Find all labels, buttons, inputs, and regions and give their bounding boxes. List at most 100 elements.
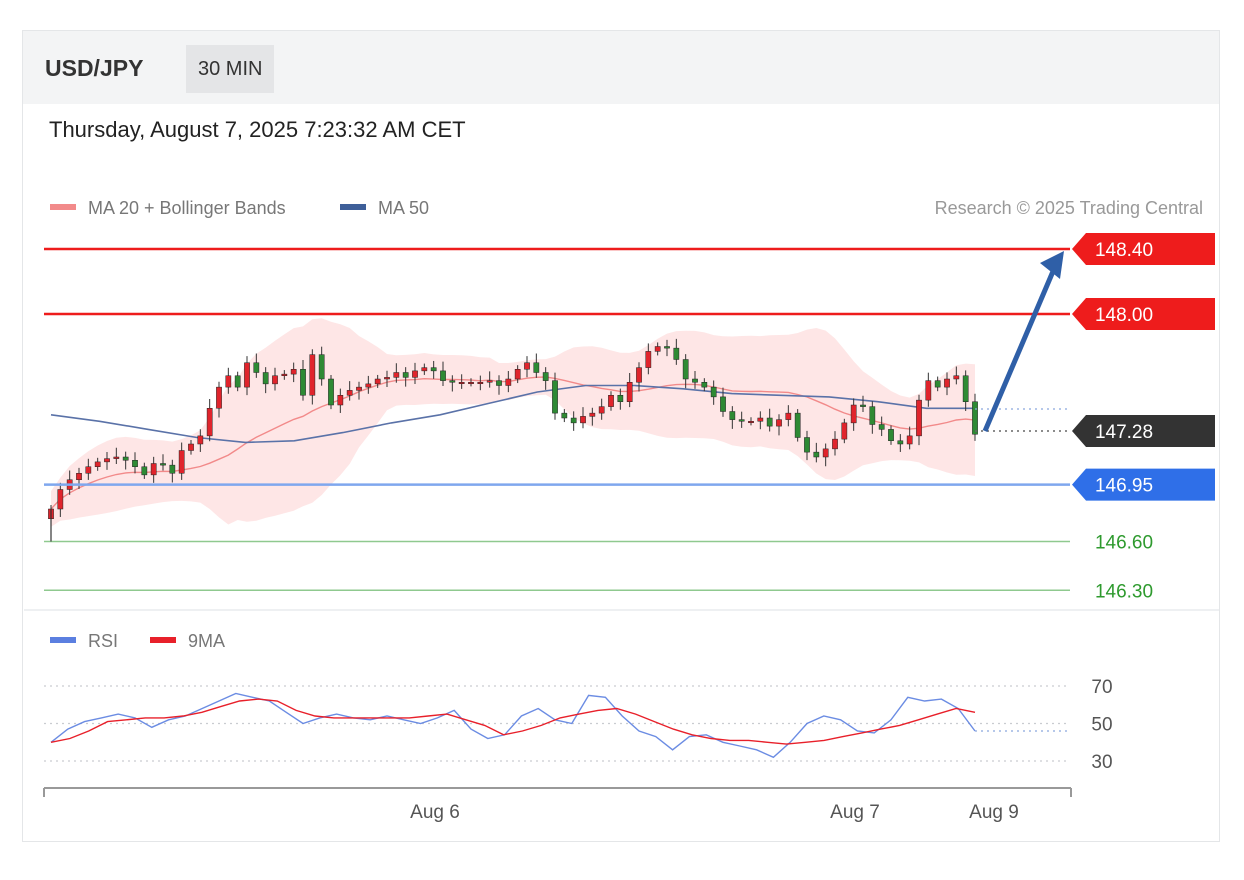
candle-body bbox=[496, 380, 502, 386]
price-chart: MA 20 + Bollinger Bands MA 50 Research ©… bbox=[24, 198, 1219, 823]
candle-body bbox=[300, 369, 306, 396]
bollinger-band bbox=[51, 318, 975, 527]
candle-body bbox=[701, 382, 708, 388]
candle-body bbox=[216, 386, 222, 409]
x-tick-label: Aug 6 bbox=[410, 802, 460, 823]
candle-body bbox=[832, 438, 838, 450]
candle-body bbox=[356, 386, 362, 391]
rsi-line bbox=[50, 692, 976, 759]
candle-body bbox=[94, 461, 101, 467]
candle-body bbox=[169, 464, 176, 474]
main-plot-layer bbox=[48, 318, 978, 527]
candle-body bbox=[822, 448, 829, 458]
candle-body bbox=[337, 395, 344, 406]
rsi-legend-label: RSI bbox=[88, 631, 118, 651]
candle-body bbox=[869, 406, 876, 425]
candle-body bbox=[626, 382, 633, 402]
candle-body bbox=[197, 435, 204, 445]
minor-support-label: 146.30 bbox=[1095, 581, 1153, 602]
candle-body bbox=[514, 369, 521, 380]
support-label: 146.95 bbox=[1095, 476, 1153, 497]
ma50-legend-label: MA 50 bbox=[378, 198, 429, 218]
candle-body bbox=[309, 354, 316, 396]
candle-body bbox=[477, 382, 484, 384]
candle-body bbox=[925, 380, 932, 401]
candle-body bbox=[468, 382, 474, 384]
candle-body bbox=[692, 378, 698, 383]
candle-body bbox=[636, 367, 642, 383]
candle-body bbox=[76, 473, 82, 480]
candle-body bbox=[888, 429, 894, 441]
candle-body bbox=[608, 395, 614, 407]
candle-body bbox=[160, 463, 166, 466]
candle-body bbox=[402, 372, 409, 378]
candle-body bbox=[953, 375, 960, 380]
candle-body bbox=[617, 395, 624, 402]
candle-body bbox=[580, 416, 586, 424]
candle-body bbox=[234, 375, 241, 388]
candle-body bbox=[897, 440, 904, 445]
candle-body bbox=[776, 419, 782, 427]
candle-body bbox=[393, 372, 400, 378]
rsi-tick-label: 30 bbox=[1091, 752, 1112, 773]
candle-body bbox=[272, 375, 278, 385]
candle-body bbox=[673, 347, 680, 360]
candle-body bbox=[458, 382, 465, 384]
candle-body bbox=[430, 367, 437, 372]
rsi-ma9-line bbox=[50, 698, 976, 745]
resistance-label: 148.00 bbox=[1095, 305, 1153, 326]
candle-body bbox=[113, 456, 120, 459]
candle-body bbox=[860, 404, 866, 407]
rsi-legend-swatch bbox=[50, 637, 76, 643]
ma20-legend-swatch bbox=[50, 204, 76, 210]
candle-body bbox=[281, 373, 288, 376]
candle-body bbox=[57, 489, 64, 510]
candle-body bbox=[664, 346, 670, 349]
candle-body bbox=[710, 386, 717, 398]
candle-body bbox=[262, 372, 269, 385]
candle-body bbox=[589, 412, 596, 417]
last-price-label: 147.28 bbox=[1095, 422, 1153, 443]
ma9-legend-swatch bbox=[150, 637, 176, 643]
candle-body bbox=[421, 367, 428, 372]
candle-body bbox=[206, 408, 213, 437]
candle-body bbox=[374, 378, 381, 385]
candle-body bbox=[570, 417, 577, 424]
candle-body bbox=[804, 437, 810, 453]
candle-body bbox=[934, 380, 941, 388]
candle-body bbox=[738, 419, 745, 422]
candle-body bbox=[962, 375, 969, 402]
ma20-legend-label: MA 20 + Bollinger Bands bbox=[88, 198, 286, 218]
candle-body bbox=[486, 380, 493, 383]
candle-body bbox=[290, 369, 297, 375]
candle-body bbox=[598, 406, 605, 414]
rsi-tick-label: 50 bbox=[1091, 715, 1112, 736]
candle-body bbox=[757, 417, 764, 422]
candle-body bbox=[850, 404, 857, 424]
ma9-legend-label: 9MA bbox=[188, 631, 225, 651]
candle-body bbox=[720, 396, 726, 412]
candle-body bbox=[645, 351, 652, 368]
candle-body bbox=[328, 378, 334, 406]
candle-body bbox=[122, 456, 129, 461]
candle-body bbox=[318, 354, 325, 380]
candle-body bbox=[346, 390, 353, 396]
candle-body bbox=[85, 466, 92, 474]
candle-body bbox=[906, 435, 913, 445]
candle-body bbox=[188, 443, 194, 451]
candle-body bbox=[794, 412, 801, 438]
candle-body bbox=[944, 378, 950, 388]
candle-body bbox=[225, 375, 232, 388]
candle-body bbox=[524, 362, 530, 370]
forecast-arrow-shaft bbox=[982, 268, 1057, 432]
candle-body bbox=[384, 377, 390, 380]
candle-body bbox=[505, 378, 512, 386]
candle-body bbox=[841, 422, 848, 440]
rsi-plot-layer: 70 50 30 bbox=[44, 677, 1113, 773]
rsi-tick-label: 70 bbox=[1091, 677, 1112, 698]
candle-body bbox=[654, 346, 661, 352]
candle-body bbox=[682, 359, 689, 380]
ma50-legend-swatch bbox=[340, 204, 366, 210]
resistance-label: 148.40 bbox=[1095, 240, 1153, 261]
candle-body bbox=[253, 362, 260, 373]
